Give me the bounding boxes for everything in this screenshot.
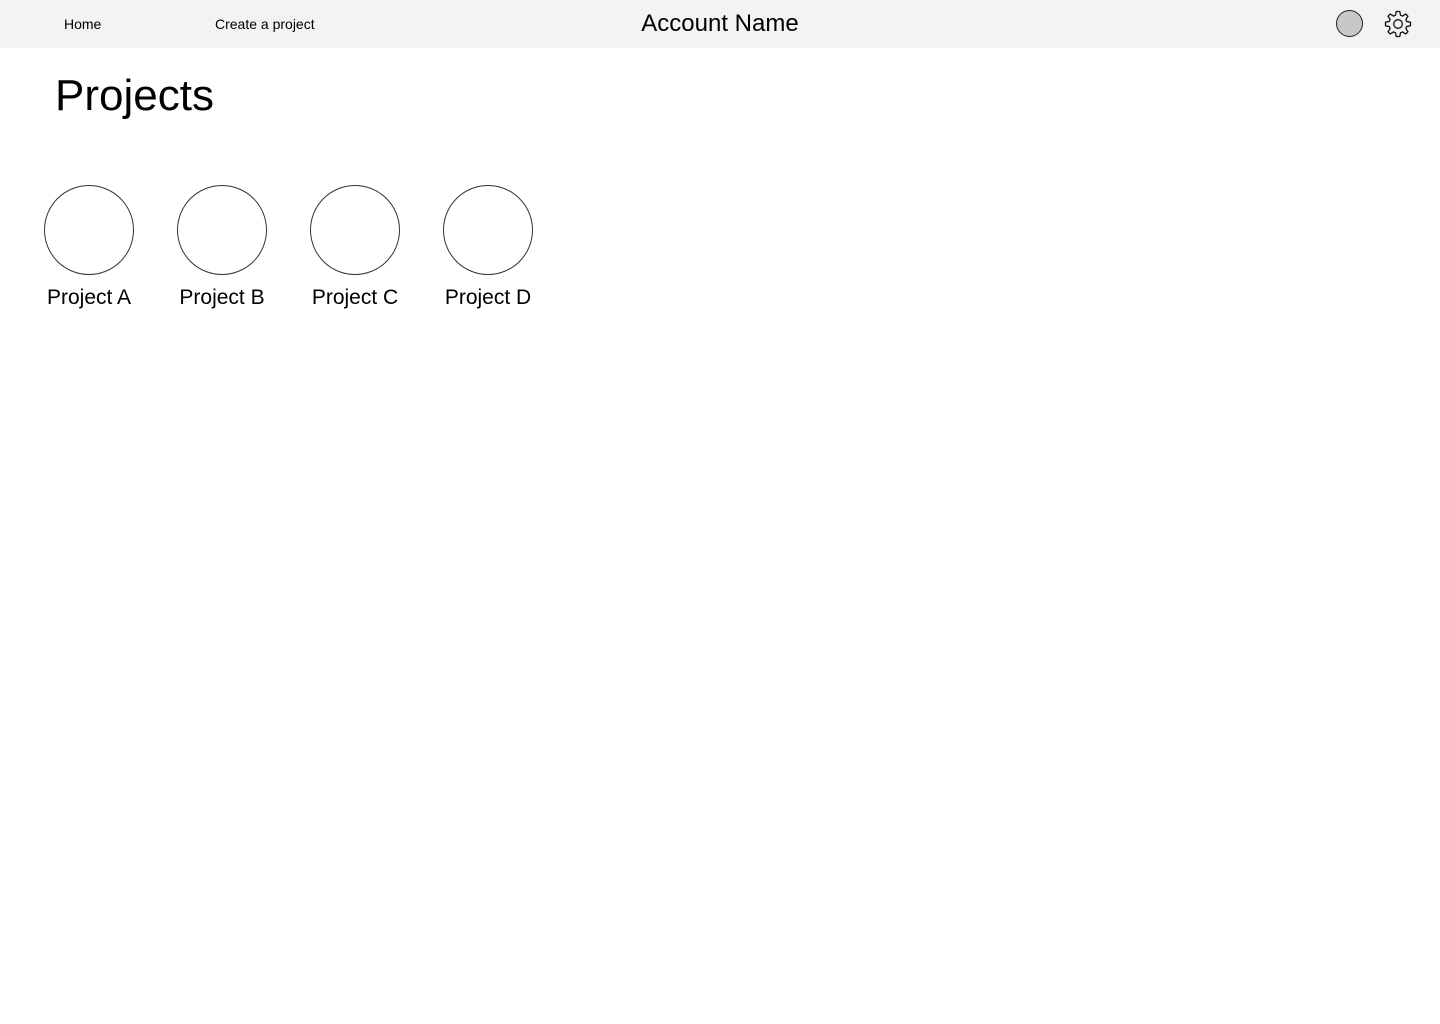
project-thumbnail[interactable]	[443, 185, 533, 275]
project-card-c[interactable]: Project C	[299, 185, 411, 311]
project-label[interactable]: Project C	[312, 285, 398, 311]
project-card-b[interactable]: Project B	[166, 185, 278, 311]
project-thumbnail[interactable]	[177, 185, 267, 275]
nav-create-project-link[interactable]: Create a project	[215, 0, 315, 48]
project-thumbnail[interactable]	[44, 185, 134, 275]
account-name: Account Name	[641, 10, 799, 37]
top-navigation-bar: Home Create a project Account Name	[0, 0, 1440, 48]
gear-icon[interactable]	[1383, 9, 1413, 39]
project-card-a[interactable]: Project A	[33, 185, 145, 311]
user-avatar-icon[interactable]	[1336, 10, 1363, 37]
project-grid: Project A Project B Project C Project D	[33, 185, 544, 311]
nav-home-link[interactable]: Home	[64, 0, 101, 48]
project-card-d[interactable]: Project D	[432, 185, 544, 311]
project-label[interactable]: Project A	[47, 285, 131, 311]
project-label[interactable]: Project B	[179, 285, 264, 311]
project-thumbnail[interactable]	[310, 185, 400, 275]
page-title: Projects	[55, 71, 214, 120]
project-label[interactable]: Project D	[445, 285, 531, 311]
